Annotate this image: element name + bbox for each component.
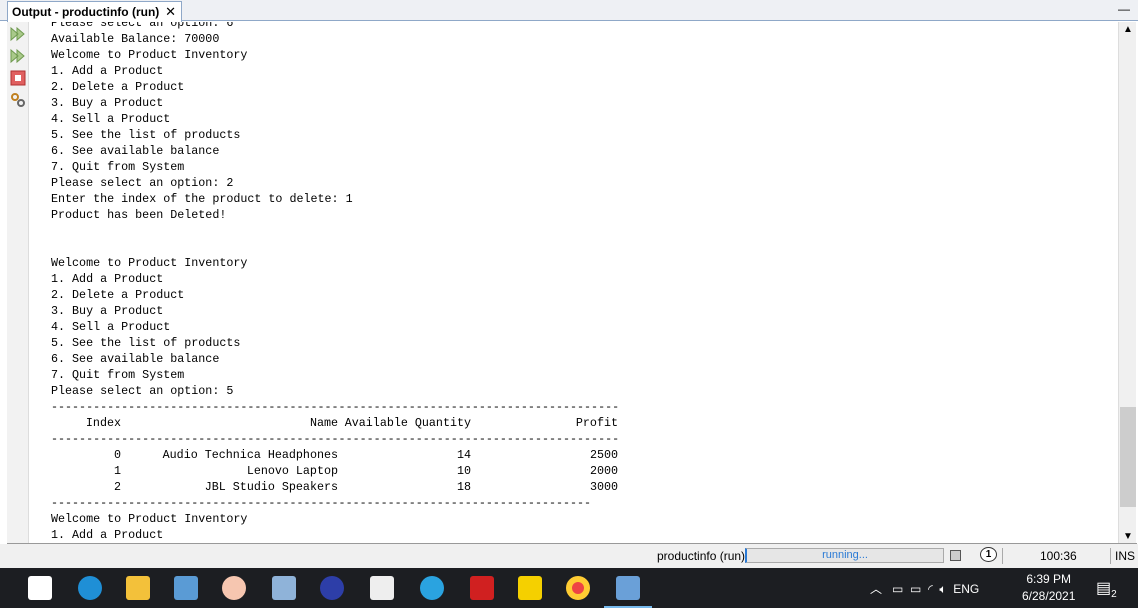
table-divider: ----------------------------------------…: [51, 400, 620, 414]
edge-icon[interactable]: [78, 576, 102, 600]
table-cell: 2000: [589, 464, 618, 478]
notifications-icon[interactable]: 1: [980, 547, 997, 562]
caret-position: 100:36: [1040, 549, 1077, 563]
clock-time: 6:39 PM: [1026, 572, 1072, 586]
table-cell: 3000: [589, 480, 618, 494]
console-line: 1. Add a Product: [51, 272, 164, 286]
insert-mode: INS: [1115, 549, 1136, 563]
store-icon[interactable]: [28, 576, 52, 600]
console-line: 3. Buy a Product: [51, 304, 164, 318]
settings-icon[interactable]: [10, 92, 26, 108]
console-line: 2. Delete a Product: [51, 288, 185, 302]
console-line: 1. Add a Product: [51, 528, 164, 542]
tab-title: Output - productinfo (run): [12, 5, 160, 19]
console-line: 4. Sell a Product: [51, 320, 171, 334]
console-line: Welcome to Product Inventory: [51, 48, 248, 62]
console-output[interactable]: Please select an option: 6 Available Bala…: [29, 22, 1118, 544]
action-center-count: 2: [1111, 589, 1117, 601]
status-bar: productinfo (run) running... 1 100:36 IN…: [0, 544, 1138, 568]
console-line: Product has been Deleted!: [51, 208, 227, 222]
progress-bar: running...: [745, 548, 944, 563]
photos-icon[interactable]: [174, 576, 198, 600]
language-indicator[interactable]: ENG: [953, 582, 979, 596]
close-icon[interactable]: ✕: [165, 4, 176, 20]
console-line: Welcome to Product Inventory: [51, 256, 248, 270]
column-header: Name: [309, 416, 338, 430]
table-divider: ----------------------------------------…: [51, 496, 592, 510]
console-line: 6. See available balance: [51, 144, 220, 158]
column-header: Index: [85, 416, 121, 430]
table-cell: Audio Technica Headphones: [162, 448, 338, 462]
console-line: Please select an option: 5: [51, 384, 234, 398]
app-icon[interactable]: [222, 576, 246, 600]
console-line: 7. Quit from System: [51, 160, 185, 174]
clock-date: 6/28/2021: [1022, 589, 1076, 603]
console-line: Welcome to Product Inventory: [51, 512, 248, 526]
volume-icon[interactable]: 🔈︎: [939, 582, 946, 596]
console-line: 2. Delete a Product: [51, 80, 185, 94]
scroll-thumb[interactable]: [1120, 407, 1136, 507]
virtualbox-icon[interactable]: [616, 576, 640, 600]
clock[interactable]: 6:39 PM 6/28/2021: [1022, 571, 1075, 605]
table-header: Index Name Available Quantity Profit: [51, 415, 619, 431]
console-line: 6. See available balance: [51, 352, 220, 366]
console-line: Please select an option: 2: [51, 176, 234, 190]
column-header: Profit: [575, 416, 618, 430]
table-cell: 10: [456, 464, 471, 478]
console-line: Available Balance: 70000: [51, 32, 220, 46]
stop-icon[interactable]: [10, 70, 26, 86]
vertical-scrollbar[interactable]: ▲ ▼: [1118, 22, 1136, 544]
table-cell: 1: [113, 464, 121, 478]
telegram-icon[interactable]: [420, 576, 444, 600]
table-cell: 18: [456, 480, 471, 494]
console-line: 5. See the list of products: [51, 128, 241, 142]
minimize-button[interactable]: —: [1118, 2, 1130, 16]
table-row: 1 Lenovo Laptop 10 2000: [51, 463, 619, 479]
vpn-icon[interactable]: [320, 576, 344, 600]
tab-output-productinfo[interactable]: Output - productinfo (run) ✕: [7, 1, 182, 22]
action-center-icon[interactable]: ▤2: [1096, 578, 1117, 600]
console-line: 3. Buy a Product: [51, 96, 164, 110]
output-tab-bar: Output - productinfo (run) ✕ —: [0, 0, 1138, 22]
console-text: Please select an option: 6 Available Bala…: [51, 22, 619, 543]
console-line: 5. See the list of products: [51, 336, 241, 350]
rerun-with-options-icon[interactable]: [10, 48, 26, 64]
output-toolbar: [7, 22, 29, 544]
file-explorer-icon[interactable]: [126, 576, 150, 600]
chrome-icon[interactable]: [566, 576, 590, 600]
scroll-down-icon[interactable]: ▼: [1123, 531, 1133, 542]
scroll-up-icon[interactable]: ▲: [1123, 24, 1133, 35]
console-line: Please select an option: 6: [51, 22, 234, 30]
taskbar: ︿ ▭ ▭ ◜ 🔈︎ ENG 6:39 PM 6/28/2021 ▤2: [0, 568, 1138, 608]
table-cell: 14: [456, 448, 471, 462]
meet-icon[interactable]: ▭: [892, 582, 903, 596]
table-cell: JBL Studio Speakers: [204, 480, 338, 494]
table-cell: 0: [113, 448, 121, 462]
acrobat-icon[interactable]: [470, 576, 494, 600]
console-line: 7. Quit from System: [51, 368, 185, 382]
wifi-icon[interactable]: ◜: [928, 582, 933, 596]
rerun-icon[interactable]: [10, 26, 26, 42]
battery-icon[interactable]: ▭: [910, 582, 921, 596]
table-cell: Lenovo Laptop: [246, 464, 338, 478]
console-line: 4. Sell a Product: [51, 112, 171, 126]
notepad-icon[interactable]: [272, 576, 296, 600]
console-line: 1. Add a Product: [51, 64, 164, 78]
column-header: Available Quantity: [344, 416, 471, 430]
console-line: Enter the index of the product to delete…: [51, 192, 353, 206]
cancel-process-icon[interactable]: [950, 550, 961, 561]
show-hidden-icons[interactable]: ︿: [870, 582, 882, 596]
player-icon[interactable]: [518, 576, 542, 600]
table-divider: ----------------------------------------…: [51, 432, 620, 446]
process-name: productinfo (run): [657, 549, 746, 563]
system-tray: ︿ ▭ ▭ ◜ 🔈︎ ENG: [870, 580, 979, 597]
table-cell: 2500: [589, 448, 618, 462]
table-row: 2 JBL Studio Speakers 18 3000: [51, 479, 619, 495]
inkscape-icon[interactable]: [370, 576, 394, 600]
table-row: 0 Audio Technica Headphones 14 2500: [51, 447, 619, 463]
table-cell: 2: [113, 480, 121, 494]
